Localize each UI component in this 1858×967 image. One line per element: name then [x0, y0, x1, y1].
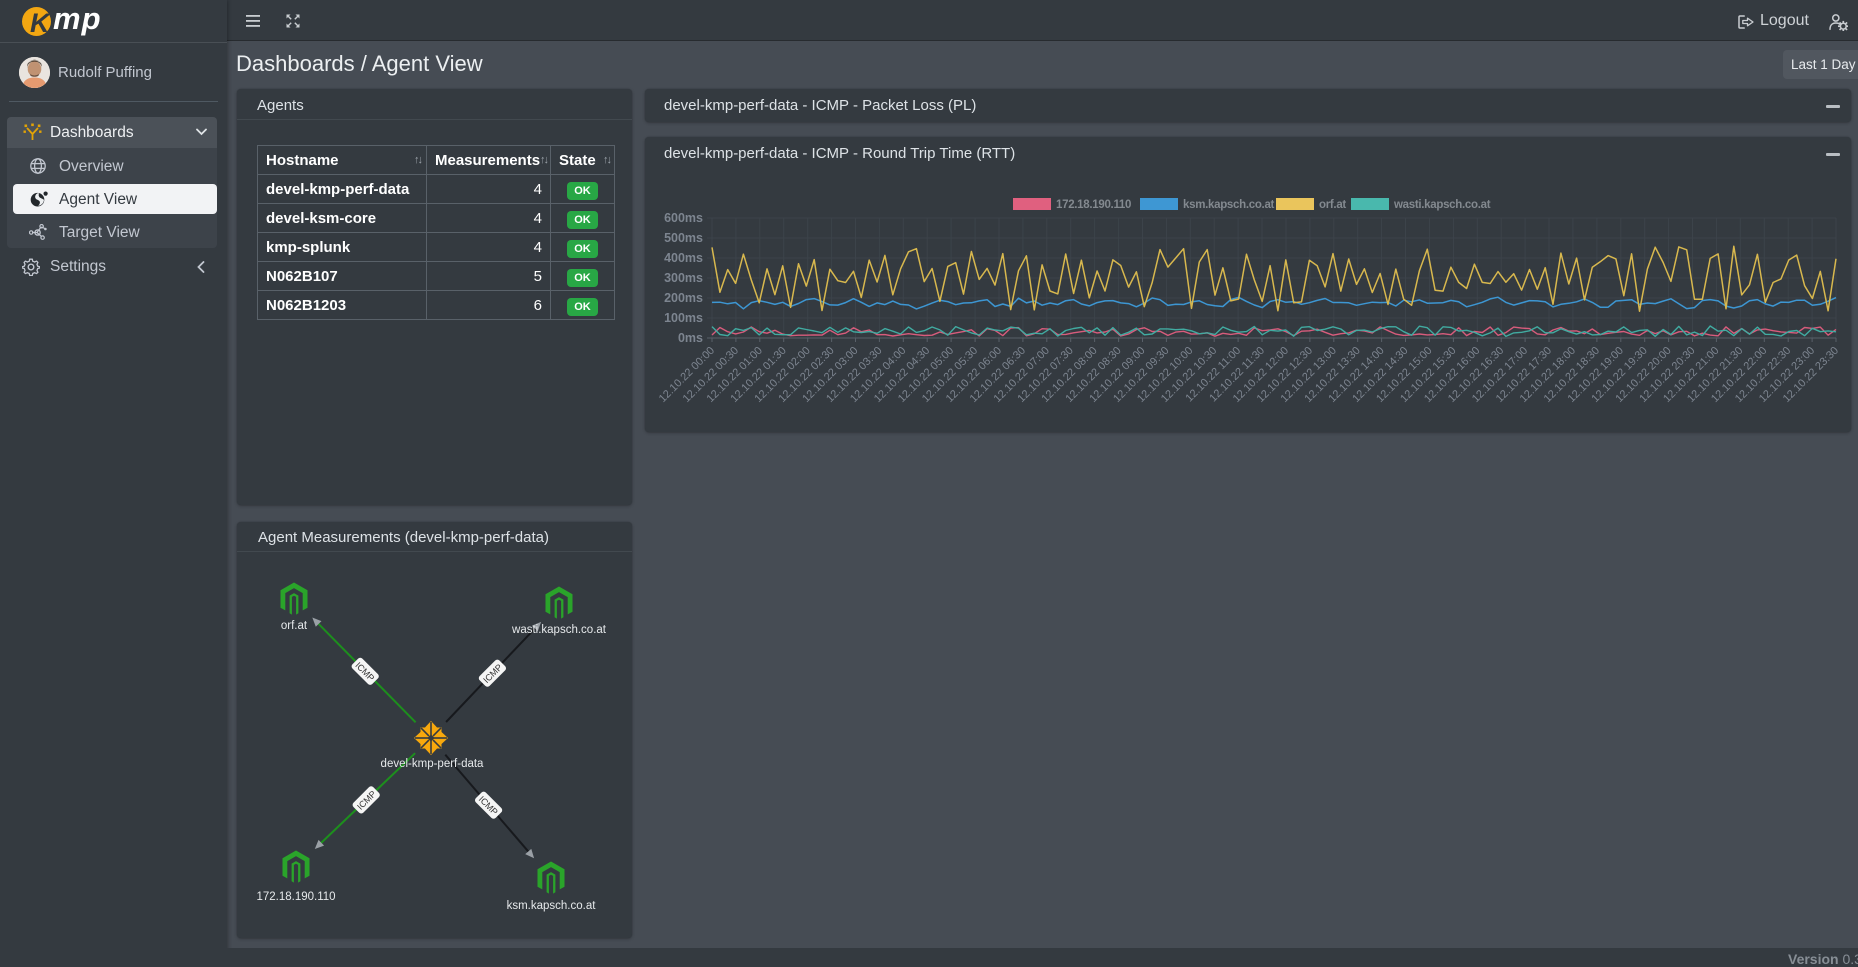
svg-text:600ms: 600ms	[664, 211, 703, 225]
svg-text:0ms: 0ms	[678, 331, 703, 345]
svg-text:wasti.kapsch.co.at: wasti.kapsch.co.at	[1393, 199, 1491, 211]
svg-text:200ms: 200ms	[664, 291, 703, 305]
svg-text:400ms: 400ms	[664, 251, 703, 265]
svg-text:ksm.kapsch.co.at: ksm.kapsch.co.at	[507, 900, 597, 912]
svg-text:300ms: 300ms	[664, 271, 703, 285]
svg-text:100ms: 100ms	[664, 311, 703, 325]
svg-text:orf.at: orf.at	[281, 620, 308, 632]
svg-text:orf.at: orf.at	[1319, 199, 1346, 211]
svg-text:devel-kmp-perf-data: devel-kmp-perf-data	[381, 758, 485, 770]
svg-text:172.18.190.110: 172.18.190.110	[256, 891, 335, 903]
svg-text:ksm.kapsch.co.at: ksm.kapsch.co.at	[1183, 199, 1275, 211]
svg-text:wasti.kapsch.co.at: wasti.kapsch.co.at	[511, 624, 607, 636]
svg-text:500ms: 500ms	[664, 231, 703, 245]
svg-text:172.18.190.110: 172.18.190.110	[1056, 199, 1131, 211]
